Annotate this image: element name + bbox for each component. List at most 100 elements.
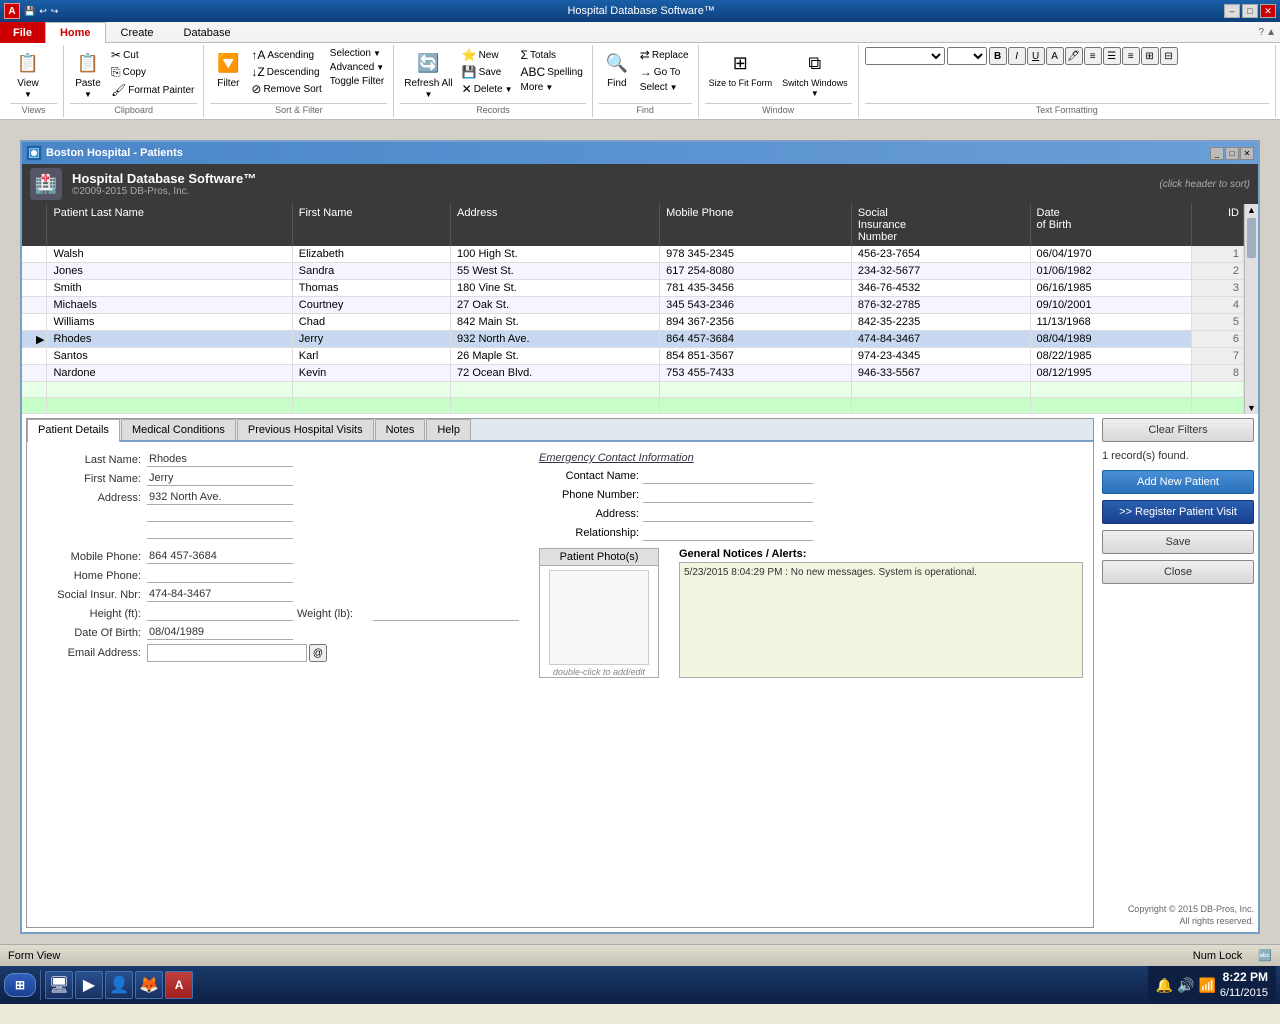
- advanced-button[interactable]: Advanced ▼: [327, 61, 387, 74]
- quick-save[interactable]: 💾: [24, 6, 35, 17]
- input-height[interactable]: [147, 606, 293, 621]
- bold-button[interactable]: B: [989, 47, 1007, 65]
- italic-button[interactable]: I: [1008, 47, 1026, 65]
- table-row[interactable]: SmithThomas180 Vine St.781 435-3456346-7…: [22, 280, 1244, 297]
- font-color-button[interactable]: A: [1046, 47, 1064, 65]
- col-last-name[interactable]: Patient Last Name: [47, 204, 292, 246]
- mdi-minimize-button[interactable]: _: [1210, 147, 1224, 160]
- col-id[interactable]: ID: [1191, 204, 1243, 246]
- input-address3[interactable]: [147, 524, 293, 539]
- mdi-maximize-button[interactable]: □: [1225, 147, 1239, 160]
- table-row[interactable]: SantosKarl26 Maple St.854 851-3567974-23…: [22, 348, 1244, 365]
- align-left-button[interactable]: ≡: [1084, 47, 1102, 65]
- input-first-name[interactable]: [147, 471, 293, 486]
- tab-previous-visits[interactable]: Previous Hospital Visits: [237, 419, 374, 440]
- save-button[interactable]: Save: [1102, 530, 1254, 554]
- save-record-button[interactable]: 💾 Save: [459, 64, 516, 80]
- email-at-button[interactable]: @: [309, 644, 327, 662]
- input-emerg-phone[interactable]: [643, 487, 813, 503]
- new-record-row[interactable]: [22, 382, 1244, 398]
- new-record-button[interactable]: ⭐ New: [459, 47, 516, 63]
- tab-notes[interactable]: Notes: [375, 419, 426, 440]
- select-button[interactable]: Select ▼: [637, 81, 692, 94]
- cut-button[interactable]: ✂ Cut: [108, 47, 197, 63]
- selection-dropdown[interactable]: ▼: [373, 49, 381, 58]
- clear-filters-button[interactable]: Clear Filters: [1102, 418, 1254, 442]
- tab-help[interactable]: Help: [426, 419, 471, 440]
- tray-icon-2[interactable]: 🔊: [1177, 977, 1194, 994]
- more-dropdown[interactable]: ▼: [545, 83, 553, 92]
- col-sin[interactable]: SocialInsuranceNumber: [851, 204, 1030, 246]
- tab-home[interactable]: Home: [45, 22, 106, 43]
- spelling-button[interactable]: ABC Spelling: [518, 64, 586, 80]
- taskbar-media[interactable]: ▶: [75, 971, 103, 999]
- close-button[interactable]: ✕: [1260, 4, 1276, 18]
- delete-dropdown[interactable]: ▼: [505, 85, 513, 94]
- select-dropdown[interactable]: ▼: [670, 83, 678, 92]
- tab-medical-conditions[interactable]: Medical Conditions: [121, 419, 236, 440]
- minimize-button[interactable]: –: [1224, 4, 1240, 18]
- help-icon[interactable]: ?: [1259, 27, 1265, 38]
- ribbon-collapse[interactable]: ▲: [1266, 27, 1276, 38]
- taskbar-search[interactable]: 👤: [105, 971, 133, 999]
- input-emerg-contact[interactable]: [643, 468, 813, 484]
- scroll-thumb[interactable]: [1247, 218, 1256, 258]
- ascending-button[interactable]: ↑A Ascending: [248, 47, 324, 63]
- more-button[interactable]: More ▼: [518, 81, 586, 94]
- tab-create[interactable]: Create: [106, 22, 169, 43]
- toggle-filter-button[interactable]: Toggle Filter: [327, 75, 387, 88]
- quick-undo[interactable]: ↩: [39, 6, 47, 17]
- copy-button[interactable]: ⎘ Copy: [108, 64, 197, 81]
- input-address[interactable]: [147, 490, 293, 505]
- scroll-up-btn[interactable]: ▲: [1245, 204, 1258, 216]
- tray-icon-1[interactable]: 🔔: [1156, 977, 1173, 994]
- column-button[interactable]: ⊟: [1160, 47, 1178, 65]
- taskbar-explorer[interactable]: 🖥: [45, 971, 73, 999]
- add-new-patient-button[interactable]: Add New Patient: [1102, 470, 1254, 494]
- descending-button[interactable]: ↓Z Descending: [248, 64, 324, 80]
- paste-button[interactable]: 📋 Paste ▼: [70, 47, 106, 101]
- mdi-close-button[interactable]: ✕: [1240, 147, 1254, 160]
- scroll-track[interactable]: [1245, 260, 1258, 402]
- table-row[interactable]: MichaelsCourtney27 Oak St.345 543-234687…: [22, 297, 1244, 314]
- maximize-button[interactable]: □: [1242, 4, 1258, 18]
- format-painter-button[interactable]: 🖌 Format Painter: [108, 82, 197, 98]
- advanced-dropdown[interactable]: ▼: [376, 63, 384, 72]
- font-size-select[interactable]: [947, 47, 987, 65]
- table-row[interactable]: ▶RhodesJerry932 North Ave.864 457-368447…: [22, 331, 1244, 348]
- paste-dropdown[interactable]: ▼: [84, 90, 92, 99]
- table-row[interactable]: NardoneKevin72 Ocean Blvd.753 455-743394…: [22, 365, 1244, 382]
- replace-button[interactable]: ⇄ Replace: [637, 47, 692, 63]
- tray-icon-3[interactable]: 📶: [1198, 977, 1215, 994]
- goto-button[interactable]: → Go To: [637, 64, 692, 80]
- font-family-select[interactable]: [865, 47, 945, 65]
- input-home-phone[interactable]: [147, 568, 293, 583]
- table-row[interactable]: WalshElizabeth100 High St.978 345-234545…: [22, 246, 1244, 263]
- start-button[interactable]: ⊞: [4, 973, 36, 997]
- align-center-button[interactable]: ☰: [1103, 47, 1121, 65]
- photo-placeholder[interactable]: [549, 570, 649, 665]
- input-mobile-phone[interactable]: [147, 549, 293, 564]
- register-visit-button[interactable]: >> Register Patient Visit: [1102, 500, 1254, 524]
- quick-redo[interactable]: ↪: [51, 6, 59, 17]
- totals-button[interactable]: Σ Totals: [518, 47, 586, 63]
- refresh-dropdown[interactable]: ▼: [424, 90, 432, 99]
- tab-patient-details[interactable]: Patient Details: [27, 419, 120, 442]
- input-emerg-relationship[interactable]: [643, 525, 813, 541]
- find-button[interactable]: 🔍 Find: [599, 47, 635, 91]
- taskbar-access[interactable]: A: [165, 971, 193, 999]
- table-row[interactable]: WilliamsChad842 Main St.894 367-2356842-…: [22, 314, 1244, 331]
- underline-button[interactable]: U: [1027, 47, 1045, 65]
- selection-button[interactable]: Selection ▼: [327, 47, 387, 60]
- taskbar-browser[interactable]: 🦊: [135, 971, 163, 999]
- col-first-name[interactable]: First Name: [292, 204, 450, 246]
- input-last-name[interactable]: [147, 452, 293, 467]
- tab-database[interactable]: Database: [169, 22, 246, 43]
- size-to-fit-button[interactable]: ⊞ Size to Fit Form: [705, 47, 777, 90]
- input-weight[interactable]: [373, 606, 519, 621]
- align-right-button[interactable]: ≡: [1122, 47, 1140, 65]
- remove-sort-button[interactable]: ⊘ Remove Sort: [248, 81, 324, 97]
- col-mobile-phone[interactable]: Mobile Phone: [660, 204, 852, 246]
- tab-file[interactable]: File: [0, 22, 45, 43]
- filter-button[interactable]: 🔽 Filter: [210, 47, 246, 91]
